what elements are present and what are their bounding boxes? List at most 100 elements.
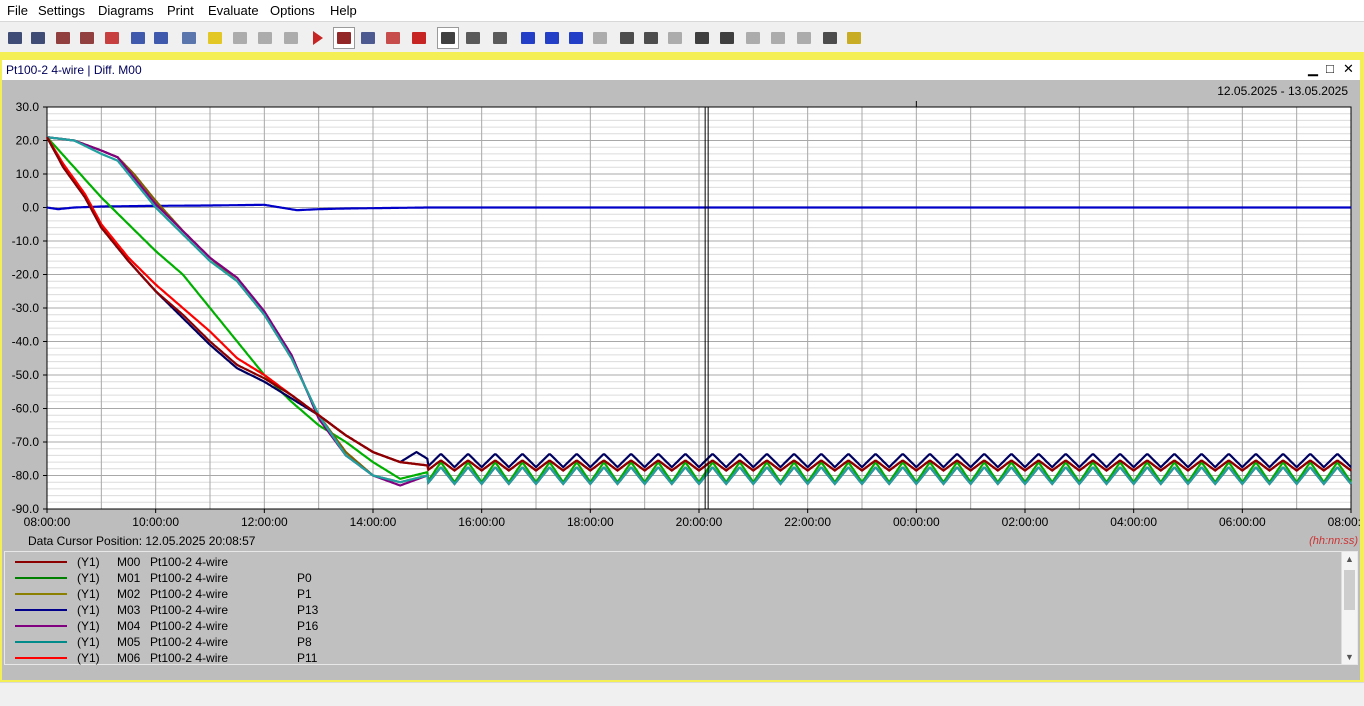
- legend-name: Pt100-2 4-wire: [150, 603, 229, 617]
- legend-row[interactable]: (Y1) M02 Pt100-2 4-wire P1: [5, 586, 1335, 602]
- x-tick-label: 22:00:00: [784, 515, 831, 529]
- legend-id: M06: [117, 651, 141, 665]
- legend-row[interactable]: (Y1) M01 Pt100-2 4-wire P0: [5, 570, 1335, 586]
- copy-window-icon[interactable]: [666, 29, 684, 47]
- limit-icon[interactable]: [744, 29, 762, 47]
- expand-vertical-icon[interactable]: [543, 29, 561, 47]
- text-ab-icon[interactable]: [693, 29, 711, 47]
- x-tick-label: 06:00:00: [1219, 515, 1266, 529]
- copy-icon[interactable]: [180, 29, 198, 47]
- y-tick-label: -10.0: [12, 234, 40, 248]
- legend-axis: (Y1): [77, 619, 100, 633]
- x-tick-label: 08:00:00: [24, 515, 71, 529]
- scroll-down-icon[interactable]: ▼: [1345, 652, 1354, 662]
- undo-zoom-icon[interactable]: [567, 29, 585, 47]
- legend-swatch: [15, 593, 67, 595]
- menu-diagrams[interactable]: Diagrams: [98, 3, 154, 18]
- legend-label: P11: [297, 651, 318, 665]
- legend-axis: (Y1): [77, 651, 100, 665]
- menu-evaluate[interactable]: Evaluate: [208, 3, 259, 18]
- print-icon[interactable]: [618, 29, 636, 47]
- cursor-position: Data Cursor Position: 12.05.2025 20:08:5…: [28, 534, 256, 548]
- key-icon[interactable]: [845, 29, 863, 47]
- legend-axis: (Y1): [77, 555, 100, 569]
- legend-row[interactable]: (Y1) M00 Pt100-2 4-wire: [5, 554, 1335, 570]
- menu-file[interactable]: File: [7, 3, 28, 18]
- legend-row[interactable]: (Y1) M03 Pt100-2 4-wire P13: [5, 602, 1335, 618]
- open-window-icon[interactable]: [29, 29, 47, 47]
- legend-row[interactable]: (Y1) M06 Pt100-2 4-wire P11: [5, 650, 1335, 666]
- play-icon[interactable]: [309, 29, 327, 47]
- y-tick-label: 0.0: [22, 201, 39, 215]
- legend-axis: (Y1): [77, 635, 100, 649]
- wave-icon[interactable]: [769, 29, 787, 47]
- record-icon[interactable]: [410, 29, 428, 47]
- bar-chart-icon[interactable]: [103, 29, 121, 47]
- arrow-right-icon[interactable]: [282, 29, 300, 47]
- legend-panel: ▲ ▼ (Y1) M00 Pt100-2 4-wire (Y1) M01 Pt100-2 …: [4, 551, 1358, 665]
- refresh-icon[interactable]: [437, 27, 459, 49]
- legend-name: Pt100-2 4-wire: [150, 635, 229, 649]
- menu-bar: File Settings Diagrams Print Evaluate Op…: [0, 0, 1364, 21]
- y-tick-label: 10.0: [16, 167, 40, 181]
- legend-id: M01: [117, 571, 141, 585]
- line-chart[interactable]: 30.0 20.0 10.0 0.0 -10.0 -20.0 -30.0 -40.0 -50.0…: [2, 60, 1360, 530]
- signal-icon[interactable]: [359, 29, 377, 47]
- note-icon[interactable]: [206, 29, 224, 47]
- expand-horizontal-icon[interactable]: [519, 29, 537, 47]
- grid-layout-icon[interactable]: [231, 29, 249, 47]
- scroll-up-icon[interactable]: ▲: [1345, 554, 1354, 564]
- legend-label: P0: [297, 571, 312, 585]
- y-tick-label: -90.0: [12, 502, 40, 516]
- x-tick-label: 16:00:00: [458, 515, 505, 529]
- scroll-thumb[interactable]: [1344, 570, 1355, 610]
- table-color-icon[interactable]: [152, 29, 170, 47]
- time-unit-label: (hh:nn:ss): [1309, 535, 1358, 547]
- pd-icon[interactable]: [795, 29, 813, 47]
- x-tick-label: 10:00:00: [132, 515, 179, 529]
- legend-id: M05: [117, 635, 141, 649]
- menu-print[interactable]: Print: [167, 3, 194, 18]
- legend-label: P8: [297, 635, 312, 649]
- grid-icon[interactable]: [464, 29, 482, 47]
- legend-label: P1: [297, 587, 312, 601]
- menu-settings[interactable]: Settings: [38, 3, 85, 18]
- x-tick-label: 18:00:00: [567, 515, 614, 529]
- layout-icon[interactable]: [256, 29, 274, 47]
- legend-name: Pt100-2 4-wire: [150, 619, 229, 633]
- y-tick-label: -70.0: [12, 435, 40, 449]
- legend-name: Pt100-2 4-wire: [150, 555, 229, 569]
- y-tick-label: -60.0: [12, 402, 40, 416]
- legend-axis: (Y1): [77, 571, 100, 585]
- legend-id: M00: [117, 555, 141, 569]
- table-window-icon[interactable]: [54, 29, 72, 47]
- legend-swatch: [15, 657, 67, 659]
- x-tick-label: 20:00:00: [676, 515, 723, 529]
- zoom-fit-icon[interactable]: [491, 29, 509, 47]
- stop-icon[interactable]: [333, 27, 355, 49]
- toolbar: [0, 21, 1364, 55]
- formula-icon[interactable]: [718, 29, 736, 47]
- x-tick-label: 04:00:00: [1110, 515, 1157, 529]
- legend-scrollbar[interactable]: ▲ ▼: [1341, 552, 1357, 664]
- add-window-icon[interactable]: [78, 29, 96, 47]
- legend-label: P16: [297, 619, 319, 633]
- legend-row[interactable]: (Y1) M04 Pt100-2 4-wire P16: [5, 618, 1335, 634]
- y-tick-label: -30.0: [12, 301, 40, 315]
- chart-window: Pt100-2 4-wire | Diff. M00 ▁ □ ✕ 12.05.2…: [2, 60, 1360, 680]
- cross-icon[interactable]: [384, 29, 402, 47]
- legend-axis: (Y1): [77, 603, 100, 617]
- key-person-icon[interactable]: [821, 29, 839, 47]
- print-preview-icon[interactable]: [642, 29, 660, 47]
- legend-swatch: [15, 561, 67, 563]
- menu-options[interactable]: Options: [270, 3, 315, 18]
- legend-row[interactable]: (Y1) M05 Pt100-2 4-wire P8: [5, 634, 1335, 650]
- menu-help[interactable]: Help: [330, 3, 357, 18]
- table-icon[interactable]: [129, 29, 147, 47]
- redo-zoom-icon[interactable]: [591, 29, 609, 47]
- legend-swatch: [15, 625, 67, 627]
- legend-name: Pt100-2 4-wire: [150, 571, 229, 585]
- x-tick-label: 08:00:00: [1328, 515, 1360, 529]
- new-window-icon[interactable]: [6, 29, 24, 47]
- legend-id: M03: [117, 603, 141, 617]
